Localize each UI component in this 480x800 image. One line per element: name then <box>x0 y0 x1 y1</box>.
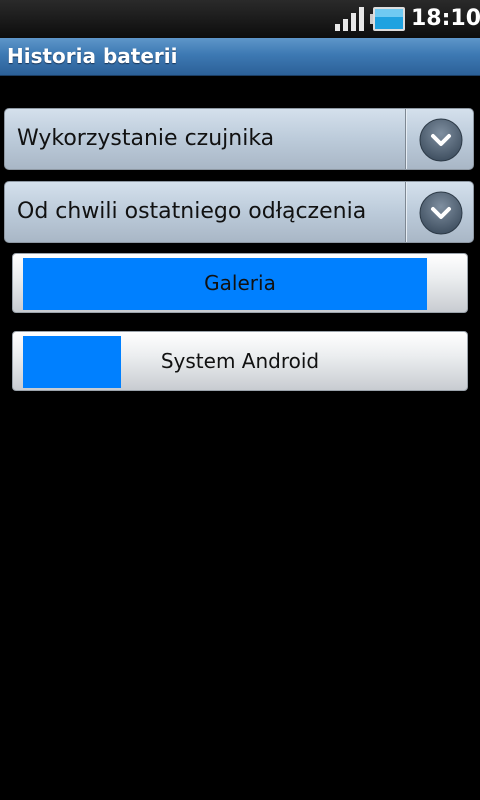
spinner-label: Wykorzystanie czujnika <box>17 126 275 151</box>
chevron-down-icon[interactable] <box>419 191 463 235</box>
spinner-divider <box>405 109 406 169</box>
chevron-down-icon[interactable] <box>419 118 463 162</box>
usage-item-label: Galeria <box>204 271 276 295</box>
sensor-usage-spinner[interactable]: Wykorzystanie czujnika <box>4 108 474 170</box>
usage-item-galeria[interactable]: Galeria <box>12 253 468 313</box>
status-bar: 18:10 <box>0 0 480 38</box>
usage-item-system-android[interactable]: System Android <box>12 331 468 391</box>
since-unplugged-spinner[interactable]: Od chwili ostatniego odłączenia <box>4 181 474 243</box>
status-clock: 18:10 <box>411 6 480 31</box>
spinner-label: Od chwili ostatniego odłączenia <box>17 199 367 224</box>
spinner-divider <box>405 182 406 242</box>
page-title: Historia baterii <box>7 44 178 68</box>
battery-icon <box>370 7 405 31</box>
title-bar: Historia baterii <box>0 38 480 76</box>
usage-item-label: System Android <box>160 349 320 373</box>
signal-strength-icon <box>335 7 364 31</box>
